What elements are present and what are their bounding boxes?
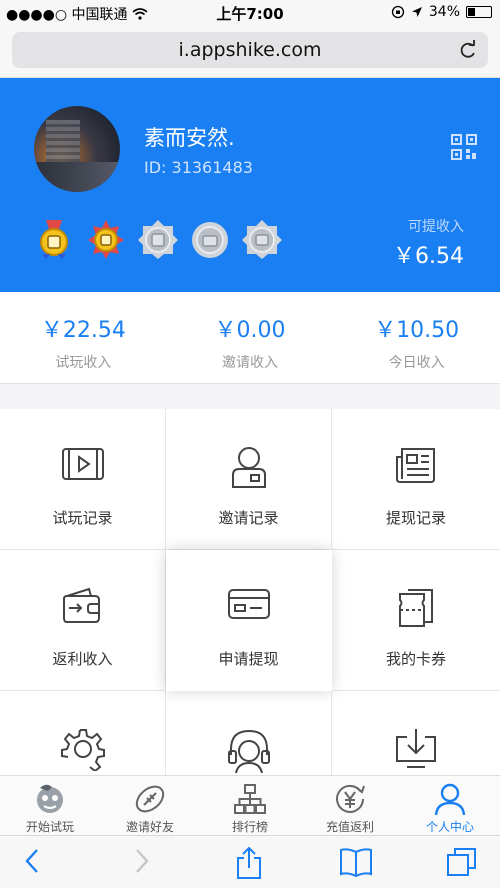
newspaper-icon	[396, 448, 435, 483]
rotation-lock-icon	[391, 5, 405, 19]
silver-badge-icon[interactable]	[242, 218, 282, 260]
menu-customer-service[interactable]	[166, 691, 332, 775]
stat-label: 试玩收入	[55, 355, 112, 371]
menu-label: 申请提现	[218, 650, 279, 668]
menu-withdraw-records[interactable]: 提现记录	[332, 409, 500, 550]
yen-coin-icon	[336, 784, 365, 813]
withdrawable-value: ￥6.54	[393, 244, 464, 269]
tab-invite-friends[interactable]: 邀请好友	[100, 776, 200, 835]
wallet-icon	[62, 587, 100, 623]
battery-percent: 34%	[428, 4, 460, 20]
tab-start-trial[interactable]: 开始试玩	[0, 776, 100, 835]
withdrawable-label: 可提收入	[408, 219, 464, 235]
person-icon	[434, 783, 466, 816]
mascot-icon	[37, 784, 63, 813]
silver-badge-icon[interactable]	[138, 218, 178, 260]
stat-invite-income: ￥0.00 邀请收入	[167, 292, 334, 383]
headset-icon	[227, 729, 270, 773]
tab-label: 充值返利	[325, 820, 374, 834]
menu-label: 试玩记录	[52, 509, 113, 527]
menu-settings[interactable]	[0, 691, 166, 775]
hierarchy-icon	[234, 784, 266, 814]
browser-toolbar	[0, 835, 500, 888]
bottom-tab-bar: 开始试玩 邀请好友 排行榜 充值返利 个人中心	[0, 775, 500, 835]
menu-apply-withdraw[interactable]: 申请提现	[166, 550, 332, 691]
menu-my-coupons[interactable]: 我的卡券	[332, 550, 500, 691]
gold-medal-badge-icon[interactable]	[34, 218, 74, 260]
ticket-icon	[399, 589, 433, 627]
stat-value: ￥22.54	[40, 318, 126, 343]
username: 素而安然.	[144, 126, 235, 150]
menu-download[interactable]	[332, 691, 500, 775]
url-text: i.appshike.com	[178, 39, 322, 61]
user-icon	[231, 447, 266, 488]
gear-icon	[60, 729, 105, 771]
menu-label: 返利收入	[52, 650, 113, 668]
badge-row	[34, 218, 282, 260]
address-bar[interactable]: i.appshike.com	[12, 32, 488, 68]
credit-card-icon	[227, 589, 270, 619]
tab-label: 开始试玩	[25, 820, 74, 834]
menu-invite-records[interactable]: 邀请记录	[166, 409, 332, 550]
silver-badge-icon[interactable]	[190, 218, 230, 260]
income-stats: ￥22.54 试玩收入 ￥0.00 邀请收入 ￥10.50 今日收入	[0, 292, 500, 384]
stat-value: ￥0.00	[214, 318, 286, 343]
gold-star-badge-icon[interactable]	[86, 218, 126, 260]
bookmarks-icon[interactable]	[338, 846, 374, 878]
video-play-icon	[61, 448, 104, 480]
qr-code-icon[interactable]	[451, 134, 477, 160]
tab-label: 个人中心	[425, 820, 474, 834]
stat-value: ￥10.50	[374, 318, 460, 343]
back-arrow-icon[interactable]	[22, 846, 42, 876]
tab-leaderboard[interactable]: 排行榜	[200, 776, 300, 835]
menu-label: 我的卡券	[385, 650, 446, 668]
avatar[interactable]	[34, 106, 120, 192]
football-icon	[135, 785, 165, 813]
tab-personal-center[interactable]: 个人中心	[400, 776, 500, 835]
menu-grid: 试玩记录 邀请记录 提现记录 返利收入 申请提现 我的卡券	[0, 409, 500, 775]
menu-rebate-income[interactable]: 返利收入	[0, 550, 166, 691]
tab-label: 邀请好友	[125, 820, 174, 834]
forward-arrow-icon[interactable]	[132, 846, 152, 876]
tab-recharge-rebate[interactable]: 充值返利	[300, 776, 400, 835]
tabs-icon[interactable]	[446, 846, 478, 878]
browser-address-area: i.appshike.com	[0, 26, 500, 78]
share-icon[interactable]	[234, 846, 264, 880]
tab-label: 排行榜	[231, 820, 268, 834]
menu-label: 提现记录	[385, 509, 446, 527]
download-icon	[396, 729, 436, 768]
stat-label: 邀请收入	[222, 355, 278, 371]
stat-label: 今日收入	[388, 355, 445, 371]
user-id: ID: 31361483	[144, 158, 253, 177]
stat-today-income: ￥10.50 今日收入	[333, 292, 500, 383]
reload-icon[interactable]	[458, 32, 478, 68]
menu-label: 邀请记录	[218, 509, 279, 527]
profile-header: 素而安然. ID: 31361483 可提收入 ￥6.54	[0, 78, 500, 292]
status-bar: ●●●●○ 中国联通 上午7:00 34%	[0, 0, 500, 26]
app-screen: ●●●●○ 中国联通 上午7:00 34% i.appshike.com 素而安…	[0, 0, 500, 888]
menu-trial-records[interactable]: 试玩记录	[0, 409, 166, 550]
location-icon	[411, 7, 422, 17]
battery-icon	[466, 6, 492, 18]
stat-trial-income: ￥22.54 试玩收入	[0, 292, 167, 383]
